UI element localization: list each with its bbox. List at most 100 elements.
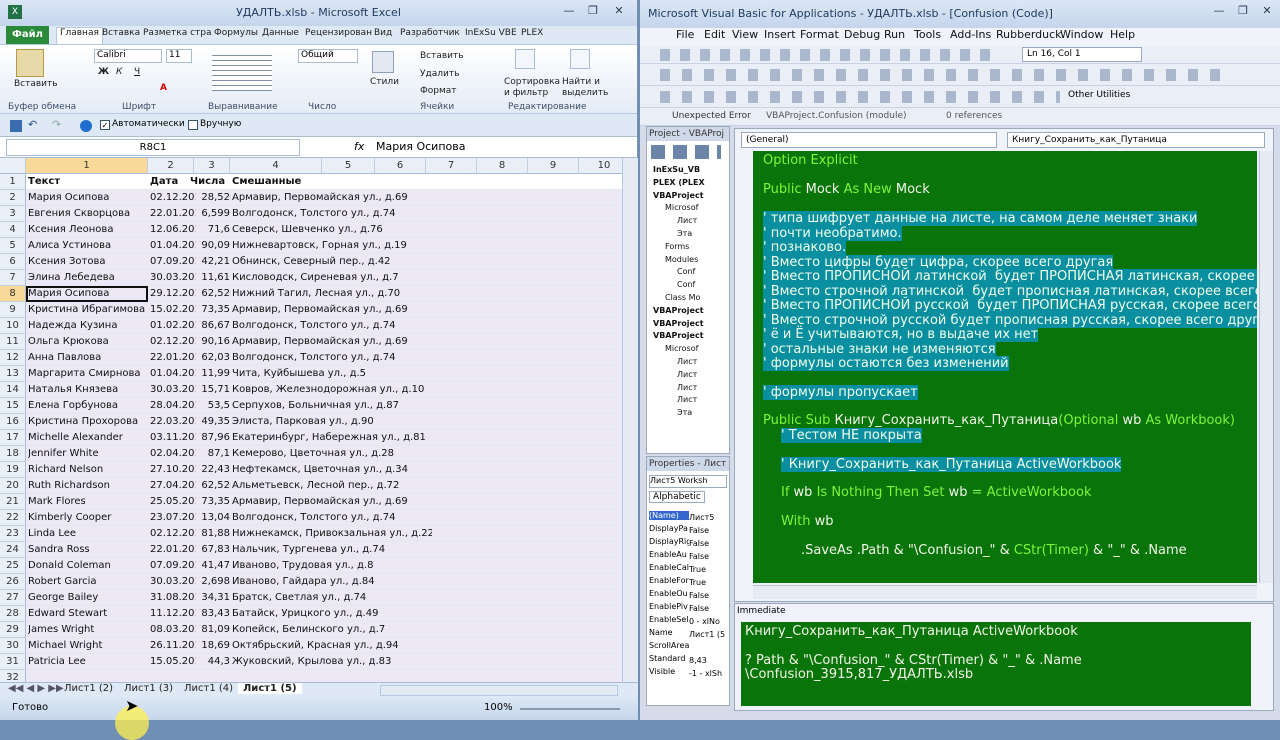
project-tree-item[interactable]: Лист (677, 383, 697, 392)
property-row[interactable]: DisplayPaFalse (649, 524, 727, 537)
menu-rubberduck[interactable]: Rubberduck (996, 28, 1062, 41)
row-header[interactable]: 20 (0, 478, 26, 494)
column-header[interactable]: 1 (26, 158, 148, 174)
cell[interactable]: Jennifer White (28, 446, 150, 462)
procedure-combo[interactable]: Книгу_Сохранить_как_Путаница (1007, 132, 1265, 148)
project-tree-item[interactable]: Лист (677, 370, 697, 379)
cell[interactable]: 81,88 (190, 526, 230, 542)
format-cells-button[interactable]: Формат (420, 86, 457, 96)
column-header[interactable]: 10 (579, 158, 622, 174)
property-row[interactable]: EnableSel0 - xlNo (649, 615, 727, 628)
close-icon[interactable]: ✕ (606, 4, 632, 20)
cell[interactable]: Иваново, Гайдара ул., д.84 (232, 574, 432, 590)
property-value[interactable]: False (689, 604, 709, 613)
cell[interactable]: George Bailey (28, 590, 150, 606)
property-row[interactable]: EnableForTrue (649, 576, 727, 589)
property-value[interactable]: False (689, 539, 709, 548)
column-header[interactable]: 3 (194, 158, 230, 174)
column-header[interactable]: 6 (375, 158, 426, 174)
formula-input[interactable]: Мария Осипова (376, 140, 465, 153)
cell[interactable]: Элина Лебедева (28, 270, 150, 286)
menu-edit[interactable]: Edit (704, 28, 725, 41)
sheet-nav-icon[interactable]: ◀◀ ◀ ▶ ▶▶ (8, 683, 64, 694)
cell[interactable]: James Wright (28, 622, 150, 638)
row-header[interactable]: 30 (0, 638, 26, 654)
cell[interactable]: Нальчик, Тургенева ул., д.74 (232, 542, 432, 558)
property-value[interactable]: True (689, 565, 706, 574)
cell[interactable]: Mark Flores (28, 494, 150, 510)
row-header[interactable]: 16 (0, 414, 26, 430)
spreadsheet-grid[interactable]: 1 2 3 4 5 6 7 8 9 10 1 Текст Дата Числа Смешанные 2 Мари… (0, 158, 622, 682)
cell[interactable]: Армавир, Первомайская ул., д.69 (232, 494, 432, 510)
cell[interactable]: Смешанные (232, 174, 432, 190)
cell[interactable]: Братск, Светлая ул., д.74 (232, 590, 432, 606)
cell[interactable]: Екатеринбург, Набережная ул., д.81 (232, 430, 432, 446)
cell[interactable]: Ксения Леонова (28, 222, 150, 238)
property-value[interactable]: True (689, 578, 706, 587)
cell[interactable]: Кристина Ибрагимова (28, 302, 150, 318)
cell[interactable]: 62,52 (190, 478, 230, 494)
row-header[interactable]: 5 (0, 238, 26, 254)
toolbar-icons[interactable] (660, 91, 1060, 103)
cell[interactable]: 71,6 (190, 222, 230, 238)
menu-window[interactable]: Window (1060, 28, 1103, 41)
row-header[interactable]: 25 (0, 558, 26, 574)
vba-minimize-icon[interactable]: — (1206, 4, 1232, 20)
row-header[interactable]: 14 (0, 382, 26, 398)
project-toolbar[interactable] (651, 145, 721, 159)
cell[interactable]: 73,35 (190, 302, 230, 318)
cell[interactable]: Надежда Кузина (28, 318, 150, 334)
tab-page-layout[interactable]: Разметка стра (143, 28, 212, 38)
styles-button[interactable]: Стили (370, 77, 399, 87)
file-tab[interactable]: Файл (6, 26, 49, 44)
property-value[interactable]: False (689, 526, 709, 535)
cell[interactable]: 62,52 (190, 286, 230, 302)
row-header[interactable]: 32 (0, 670, 26, 682)
font-size-box[interactable]: 11 (166, 49, 192, 63)
cell[interactable]: Michael Wright (28, 638, 150, 654)
sort-filter-button[interactable]: Сортировка и фильтр (504, 77, 560, 99)
cell[interactable]: Числа (190, 174, 226, 190)
delete-cells-button[interactable]: Удалить (420, 69, 459, 79)
cell[interactable]: 90,09 (190, 238, 230, 254)
row-header[interactable]: 8 (0, 286, 26, 302)
other-utilities-button[interactable]: Other Utilities (1068, 90, 1130, 100)
row-header[interactable]: 2 (0, 190, 26, 206)
cell[interactable]: 11,61 (190, 270, 230, 286)
row-header[interactable]: 13 (0, 366, 26, 382)
cell[interactable]: 86,67 (190, 318, 230, 334)
cell[interactable]: Чита, Куйбышева ул., д.5 (232, 366, 432, 382)
project-tree-item[interactable]: VBAProject (653, 331, 704, 340)
cell[interactable]: 2,698 (190, 574, 230, 590)
property-value[interactable]: 0 - xlNo (689, 617, 720, 626)
font-color-button[interactable]: A (160, 83, 167, 93)
cell[interactable]: Kimberly Cooper (28, 510, 150, 526)
property-value[interactable]: 8,43 (689, 656, 707, 665)
cell[interactable]: Копейск, Белинского ул., д.7 (232, 622, 432, 638)
toolbar-icons[interactable] (660, 49, 1000, 61)
cell[interactable]: Иваново, Трудовая ул., д.8 (232, 558, 432, 574)
column-header[interactable]: 9 (528, 158, 579, 174)
cell[interactable]: Октябрьский, Красная ул., д.94 (232, 638, 432, 654)
row-header[interactable]: 15 (0, 398, 26, 414)
cell[interactable]: 13,04 (190, 510, 230, 526)
paste-button[interactable]: Вставить (14, 79, 58, 89)
cell[interactable]: 62,03 (190, 350, 230, 366)
property-value[interactable]: False (689, 552, 709, 561)
select-all-corner[interactable] (0, 158, 26, 174)
project-tree-item[interactable]: Conf (677, 267, 695, 276)
cell[interactable] (232, 670, 432, 682)
save-icon[interactable] (10, 120, 22, 132)
tab-view[interactable]: Вид (374, 28, 392, 38)
column-header[interactable]: 7 (426, 158, 477, 174)
cell[interactable] (28, 670, 150, 682)
row-header[interactable]: 22 (0, 510, 26, 526)
row-header[interactable]: 12 (0, 350, 26, 366)
cell[interactable]: 42,21 (190, 254, 230, 270)
column-header[interactable]: 2 (148, 158, 194, 174)
tab-home[interactable]: Главная (56, 27, 103, 44)
property-row[interactable]: Standard 8,43 (649, 654, 727, 667)
tab-plex[interactable]: PLEX (521, 28, 543, 38)
sheet-tab[interactable]: Лист1 (2) (64, 683, 113, 694)
menu-view[interactable]: View (732, 28, 758, 41)
